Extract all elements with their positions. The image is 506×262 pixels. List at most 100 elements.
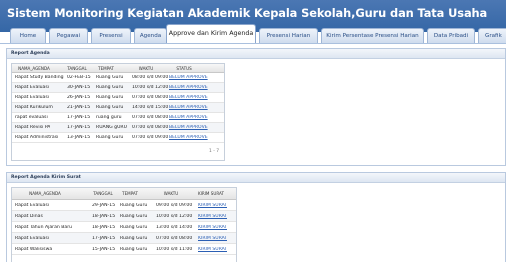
tab-pegawai[interactable]: Pegawai: [49, 28, 88, 43]
table-row: Rapat Evaluasi 29-JAN-15 Ruang Guru 09:0…: [12, 200, 236, 211]
cell-waktu: 07:00 s/d 08:00: [132, 115, 169, 120]
cell-nama-agenda: Rapat Evaluasi: [15, 95, 50, 100]
cell-waktu: 08:00 s/d 09:00: [132, 75, 169, 80]
column-header-tempat[interactable]: TEMPAT: [92, 66, 120, 71]
column-header-status[interactable]: STATUS: [168, 66, 200, 71]
column-header-waktu[interactable]: WAKTU: [133, 66, 159, 71]
cell-waktu: 14:00 s/d 15:00: [132, 105, 169, 110]
column-header-tanggal[interactable]: TANGGAL: [90, 191, 116, 196]
column-header-nama-agenda[interactable]: NAMA_AGENDA: [14, 66, 54, 71]
tab-approve-dan-kirim-agenda[interactable]: Approve dan Kirim Agenda: [166, 24, 256, 43]
belum-approve-link[interactable]: BELUM APPROVE: [169, 85, 208, 90]
grid-header: NAMA_AGENDA TANGGAL TEMPAT WAKTU KIRIM S…: [12, 188, 236, 200]
column-header-nama-agenda[interactable]: NAMA_AGENDA: [16, 191, 74, 196]
cell-tempat: Ruang Guru: [120, 247, 148, 252]
cell-tanggal: 15-JAN-15: [92, 247, 116, 252]
cell-tanggal: 18-JAN-15: [92, 214, 116, 219]
cell-tempat: Ruang Guru: [120, 236, 148, 241]
cell-tempat: Ruang Guru: [96, 75, 124, 80]
cell-waktu: 10:00 s/d 12:00: [132, 85, 169, 90]
table-row: Rapat Walisiswa 15-JAN-15 Ruang Guru 10:…: [12, 244, 236, 255]
cell-tempat: Ruang Guru: [120, 203, 148, 208]
cell-nama-agenda: Rapat Evaluasi: [15, 85, 50, 90]
cell-tanggal: 29-JAN-15: [92, 203, 116, 208]
cell-tempat: Ruang Guru: [120, 214, 148, 219]
cell-tempat: Ruang Guru: [96, 85, 124, 90]
grid-header: NAMA_AGENDA TANGGAL TEMPAT WAKTU STATUS: [12, 64, 224, 73]
kirim-surat-link[interactable]: KIRIM SURAT: [198, 214, 227, 219]
cell-tanggal: 18-JAN-15: [92, 225, 116, 230]
table-row: Rapat Revisi PA 17-JAN-15 RUANG gURU 07:…: [12, 123, 224, 133]
tab-presensi[interactable]: Presensi: [91, 28, 131, 43]
tab-bar: Home Pegawai Presensi Agenda Approve dan…: [0, 24, 506, 43]
app-title: Sistem Monitoring Kegiatan Akademik Kepa…: [7, 6, 488, 20]
cell-waktu: 10:00 s/d 11:00: [156, 247, 193, 252]
tab-home[interactable]: Home: [10, 28, 46, 43]
table-row: Rapat Evaluasi 17-JAN-15 Ruang Guru 07:0…: [12, 233, 236, 244]
belum-approve-link[interactable]: BELUM APPROVE: [169, 125, 208, 130]
cell-waktu: 10:00 s/d 12:00: [156, 214, 193, 219]
belum-approve-link[interactable]: BELUM APPROVE: [169, 135, 208, 140]
tab-agenda[interactable]: Agenda: [134, 28, 167, 43]
cell-tanggal: 26-JAN-15: [67, 95, 91, 100]
kirim-surat-link[interactable]: KIRIM SURAT: [198, 236, 227, 241]
belum-approve-link[interactable]: BELUM APPROVE: [169, 105, 208, 110]
kirim-surat-link[interactable]: KIRIM SURAT: [198, 247, 227, 252]
cell-tempat: ruang guru: [96, 115, 122, 120]
table-row: Rapat Kurikulum 21-JAN-15 Ruang Guru 14:…: [12, 103, 224, 113]
cell-waktu: 07:00 s/d 08:00: [156, 236, 193, 241]
cell-nama-agenda: Rapat Walisiswa: [15, 247, 53, 252]
cell-tempat: Ruang Guru: [96, 105, 124, 110]
tab-grafik[interactable]: Grafik: [478, 28, 506, 43]
report-agenda-panel: Report Agenda NAMA_AGENDA TANGGAL TEMPAT…: [6, 48, 506, 166]
report-agenda-title: Report Agenda: [7, 49, 505, 59]
pagination-label: 1 - 7: [209, 149, 219, 154]
cell-nama-agenda: Rapat Administrasi: [15, 135, 59, 140]
cell-tanggal: 02-FEB-15: [67, 75, 91, 80]
report-kirim-title: Report Agenda Kirim Surat: [7, 173, 505, 183]
report-kirim-panel: Report Agenda Kirim Surat NAMA_AGENDA TA…: [6, 172, 506, 262]
tab-presensi-harian[interactable]: Presensi Harian: [259, 28, 318, 43]
table-row: Rapat Study Banding 02-FEB-15 Ruang Guru…: [12, 73, 224, 83]
cell-waktu: 07:00 s/d 08:00: [132, 125, 169, 130]
table-row: Rapat Evaluasi 26-JAN-15 Ruang Guru 07:0…: [12, 93, 224, 103]
cell-tanggal: 21-JAN-15: [67, 105, 91, 110]
cell-waktu: 07:00 s/d 08:00: [132, 95, 169, 100]
cell-tempat: Ruang Guru: [96, 95, 124, 100]
cell-nama-agenda: Rapat Kurikulum: [15, 105, 53, 110]
table-row: Rapat Dinas 18-JAN-15 Ruang Guru 10:00 s…: [12, 211, 236, 222]
report-kirim-grid: NAMA_AGENDA TANGGAL TEMPAT WAKTU KIRIM S…: [11, 187, 237, 262]
cell-nama-agenda: Rapat Tahun Ajaran Baru: [15, 225, 73, 230]
cell-waktu: 09:00 s/d 09:00: [156, 203, 193, 208]
cell-tempat: RUANG gURU: [96, 125, 127, 130]
column-header-waktu[interactable]: WAKTU: [158, 191, 184, 196]
belum-approve-link[interactable]: BELUM APPROVE: [169, 115, 208, 120]
table-row: Rapat Administrasi 13-JAN-15 Ruang Guru …: [12, 133, 224, 143]
column-header-tanggal[interactable]: TANGGAL: [64, 66, 90, 71]
cell-waktu: 13:00 s/d 14:00: [156, 225, 193, 230]
kirim-surat-link[interactable]: KIRIM SURAT: [198, 203, 227, 208]
tab-kirim-persentase-presensi-harian[interactable]: Kirim Persentase Presensi Harian: [321, 28, 424, 43]
cell-tempat: Ruang Guru: [120, 225, 148, 230]
report-agenda-grid: NAMA_AGENDA TANGGAL TEMPAT WAKTU STATUS …: [11, 63, 225, 161]
cell-nama-agenda: rapat evaluasi: [15, 115, 48, 120]
cell-nama-agenda: Rapat Study Banding: [15, 75, 64, 80]
cell-tanggal: 17-JAN-15: [92, 236, 116, 241]
cell-nama-agenda: Rapat Evaluasi: [15, 236, 50, 241]
table-row: Rapat Tahun Ajaran Baru 18-JAN-15 Ruang …: [12, 222, 236, 233]
cell-tanggal: 30-JAN-15: [67, 85, 91, 90]
kirim-surat-link[interactable]: KIRIM SURAT: [198, 225, 227, 230]
cell-tanggal: 17-JAN-15: [67, 115, 91, 120]
table-row: Rapat Evaluasi 30-JAN-15 Ruang Guru 10:0…: [12, 83, 224, 93]
belum-approve-link[interactable]: BELUM APPROVE: [169, 75, 208, 80]
cell-tanggal: 13-JAN-15: [67, 135, 91, 140]
cell-tempat: Ruang Guru: [96, 135, 124, 140]
content-area: Report Agenda NAMA_AGENDA TANGGAL TEMPAT…: [0, 43, 506, 262]
tab-data-pribadi[interactable]: Data Pribadi: [427, 28, 475, 43]
column-header-tempat[interactable]: TEMPAT: [117, 191, 143, 196]
belum-approve-link[interactable]: BELUM APPROVE: [169, 95, 208, 100]
cell-nama-agenda: Rapat Dinas: [15, 214, 43, 219]
cell-waktu: 07:00 s/d 09:00: [132, 135, 169, 140]
column-header-kirim-surat[interactable]: KIRIM SURAT: [194, 191, 228, 196]
table-row: rapat evaluasi 17-JAN-15 ruang guru 07:0…: [12, 113, 224, 123]
